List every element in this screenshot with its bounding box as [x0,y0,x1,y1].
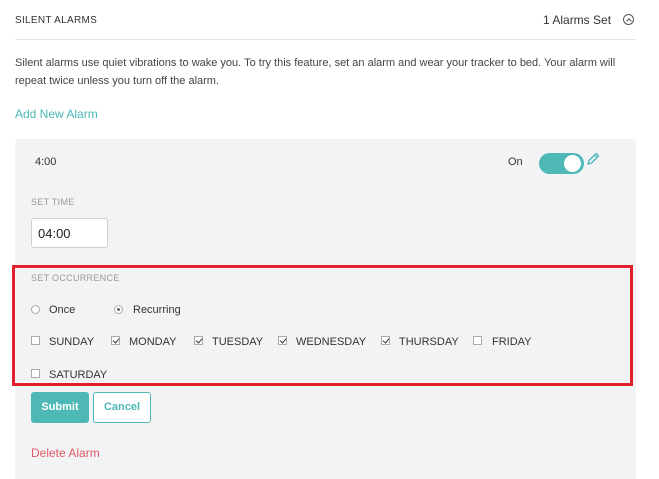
radio-recurring-label: Recurring [133,304,181,316]
checkbox-friday[interactable] [473,336,482,345]
checkbox-monday[interactable] [111,336,120,345]
alarm-toggle[interactable] [539,153,584,174]
day-label-friday: FRIDAY [492,336,532,348]
submit-button[interactable]: Submit [31,392,89,423]
set-occurrence-label: SET OCCURRENCE [31,273,120,283]
toggle-knob [564,155,581,172]
checkbox-thursday[interactable] [381,336,390,345]
header-divider [15,39,636,40]
section-title: SILENT ALARMS [15,15,98,26]
cancel-button[interactable]: Cancel [93,392,151,423]
occurrence-highlight-box [12,265,633,386]
checkbox-wednesday[interactable] [278,336,287,345]
add-new-alarm-link[interactable]: Add New Alarm [15,107,98,121]
checkbox-saturday[interactable] [31,369,40,378]
radio-once-label: Once [49,304,76,316]
time-input[interactable] [31,218,108,248]
day-label-tuesday: TUESDAY [212,336,264,348]
checkbox-sunday[interactable] [31,336,40,345]
chevron-up-circle-icon[interactable] [623,14,634,25]
day-label-sunday: SUNDAY [49,336,95,348]
section-description: Silent alarms use quiet vibrations to wa… [15,57,616,87]
day-label-monday: MONDAY [129,336,177,348]
day-label-wednesday: WEDNESDAY [296,336,367,348]
pencil-icon[interactable] [585,151,601,167]
set-time-label: SET TIME [31,197,75,207]
day-label-thursday: THURSDAY [399,336,459,348]
radio-recurring[interactable] [114,305,123,314]
checkbox-tuesday[interactable] [194,336,203,345]
delete-alarm-link[interactable]: Delete Alarm [31,446,100,460]
radio-once[interactable] [31,305,40,314]
toggle-label: On [508,156,523,168]
alarm-time-display: 4:00 [35,156,57,168]
alarms-set-count: 1 Alarms Set [543,13,612,27]
day-label-saturday: SATURDAY [49,369,108,381]
